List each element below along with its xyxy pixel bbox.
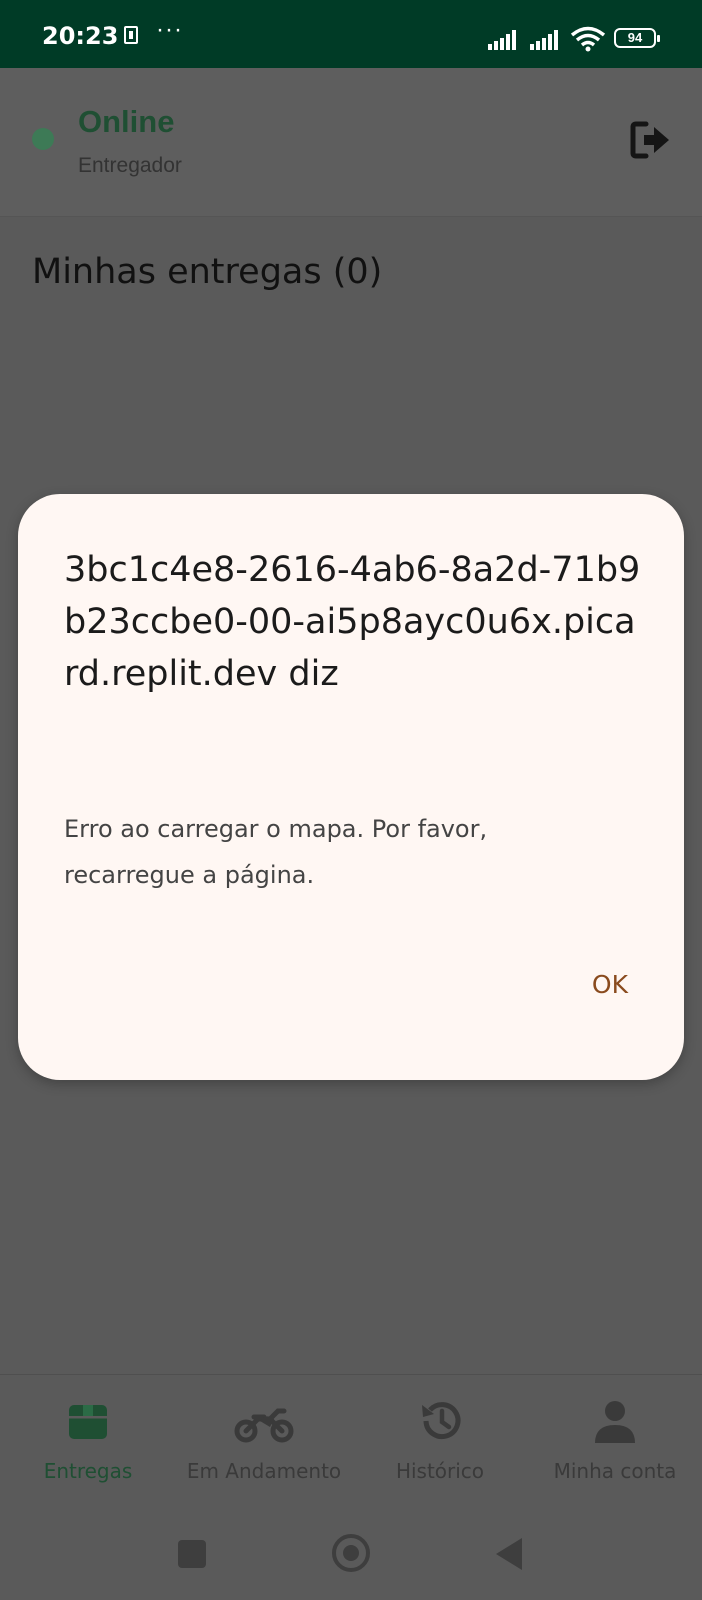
- motorcycle-icon: [234, 1408, 294, 1443]
- nav-item-historico[interactable]: Histórico: [352, 1375, 528, 1511]
- nav-item-label: Em Andamento: [186, 1459, 342, 1483]
- dialog-title: 3bc1c4e8-2616-4ab6-8a2d-71b9b23ccbe0-00-…: [64, 550, 641, 694]
- signal-icon: [488, 30, 516, 50]
- signal-icon: [530, 30, 558, 50]
- logout-icon[interactable]: [630, 120, 672, 160]
- alert-dialog: 3bc1c4e8-2616-4ab6-8a2d-71b9b23ccbe0-00-…: [18, 494, 684, 1080]
- home-button[interactable]: [332, 1534, 370, 1572]
- online-status-label: Online: [78, 104, 175, 139]
- nav-item-em-andamento[interactable]: Em Andamento: [176, 1375, 352, 1511]
- nav-item-minha-conta[interactable]: Minha conta: [528, 1375, 702, 1511]
- nav-item-label: Minha conta: [553, 1459, 677, 1483]
- sim-icon: [124, 26, 138, 44]
- recent-apps-button[interactable]: [178, 1540, 206, 1568]
- nav-item-entregas[interactable]: Entregas: [0, 1375, 176, 1511]
- package-icon: [69, 1405, 107, 1439]
- more-notifications-icon: ···: [156, 16, 183, 43]
- app-header: [0, 68, 702, 217]
- nav-item-label: Histórico: [395, 1459, 485, 1483]
- nav-item-label: Entregas: [43, 1459, 133, 1483]
- dialog-message: Erro ao carregar o mapa. Por favor, reca…: [64, 815, 488, 889]
- ok-button[interactable]: OK: [580, 960, 640, 1009]
- history-icon: [422, 1402, 461, 1440]
- person-icon: [595, 1401, 635, 1443]
- wifi-icon: [570, 26, 606, 52]
- system-navigation-bar: [0, 1510, 702, 1600]
- online-status-dot: [32, 128, 54, 150]
- status-bar: 20:23 ··· 94: [0, 0, 702, 68]
- back-button[interactable]: [496, 1538, 522, 1570]
- page-title: Minhas entregas (0): [32, 252, 383, 292]
- bottom-navigation: Entregas Em Andamento Histórico Minha co…: [0, 1374, 702, 1511]
- user-role-label: Entregador: [78, 154, 182, 177]
- battery-icon: 94: [614, 28, 660, 48]
- status-time: 20:23: [42, 22, 119, 50]
